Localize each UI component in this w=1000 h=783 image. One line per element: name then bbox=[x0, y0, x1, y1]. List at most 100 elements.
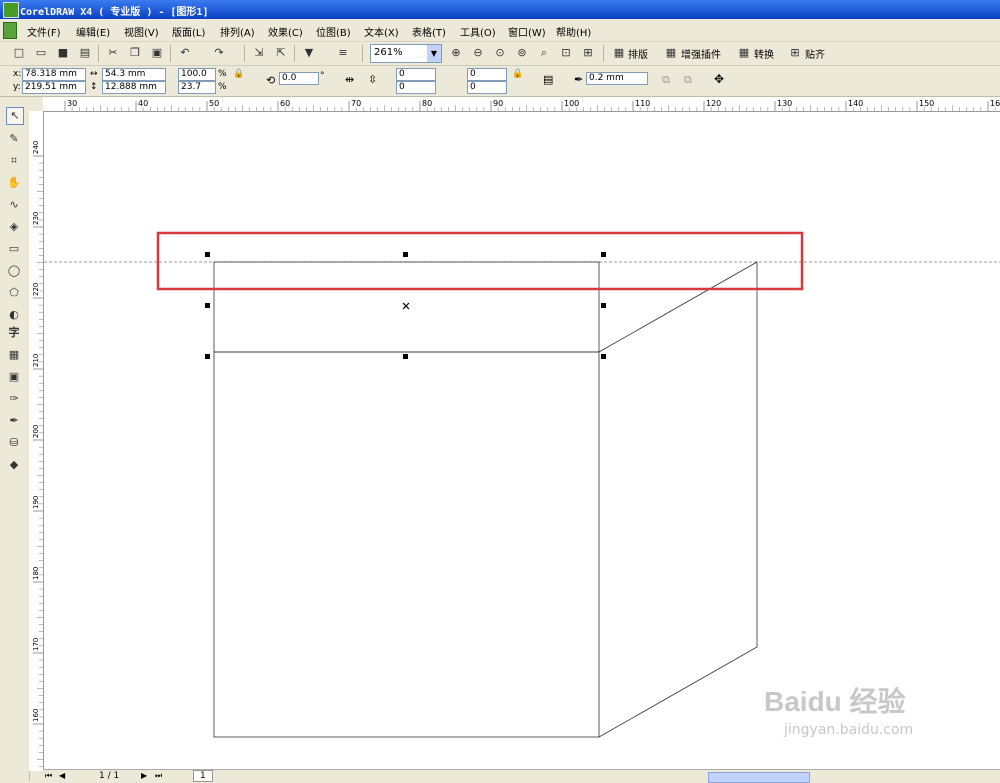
x-position-field[interactable]: 78.318 mm bbox=[22, 68, 86, 81]
rotation-field[interactable]: 0.0 bbox=[279, 72, 319, 85]
baidu-watermark-url: jingyan.baidu.com bbox=[784, 722, 914, 738]
menu-bitmaps[interactable]: 位图(B) bbox=[316, 24, 351, 39]
paste-icon[interactable]: ▣ bbox=[150, 46, 164, 60]
undo-icon[interactable]: ↶ bbox=[178, 46, 192, 60]
drawing-canvas[interactable]: Baidu 经验 jingyan.baidu.com bbox=[44, 112, 1000, 769]
smart-fill-icon[interactable]: ◈ bbox=[6, 219, 22, 235]
polygon-tool-icon[interactable]: ⬠ bbox=[6, 285, 22, 301]
center-marker[interactable] bbox=[402, 302, 410, 310]
to-back-icon[interactable]: ⧉ bbox=[684, 73, 692, 87]
shape-tool-icon[interactable]: ✎ bbox=[6, 131, 22, 147]
export-icon[interactable]: ⇱ bbox=[274, 46, 288, 60]
width-icon: ↔ bbox=[90, 69, 98, 79]
zoom-out-icon[interactable]: ⊖ bbox=[471, 46, 485, 60]
menu-effects[interactable]: 效果(C) bbox=[268, 24, 303, 39]
ruler-tick-label: 200 bbox=[32, 425, 40, 438]
zoom-selected-icon[interactable]: ⊙ bbox=[493, 46, 507, 60]
snap-icon: ⊞ bbox=[790, 46, 800, 59]
side-face-outline[interactable] bbox=[598, 261, 758, 738]
save-icon[interactable]: ■ bbox=[56, 46, 70, 60]
outline-tool-icon[interactable]: ✒ bbox=[6, 413, 22, 429]
horizontal-scrollbar-thumb[interactable] bbox=[708, 772, 810, 783]
corner-bottom-right-field[interactable]: 0 bbox=[467, 81, 507, 94]
to-front-icon[interactable]: ⧉ bbox=[662, 73, 670, 87]
table-tool-icon[interactable]: ▦ bbox=[6, 347, 22, 363]
last-page-icon[interactable]: ⏭ bbox=[155, 771, 162, 781]
page-tab[interactable]: 1 bbox=[193, 770, 213, 782]
rectangle-tool-icon[interactable]: ▭ bbox=[6, 241, 22, 257]
horizontal-ruler[interactable]: 30 40 50 60 70 80 90 100 110 120 130 140 150 160 bbox=[43, 97, 1000, 112]
ruler-tick-label: 190 bbox=[32, 496, 40, 509]
new-icon[interactable]: □ bbox=[12, 46, 26, 60]
basic-shapes-icon[interactable]: ◐ bbox=[6, 307, 22, 323]
convert-button[interactable]: 转换 bbox=[754, 46, 774, 61]
menu-file[interactable]: 文件(F) bbox=[27, 24, 61, 39]
fill-tool-icon[interactable]: ⛁ bbox=[6, 435, 22, 451]
scale-y-field[interactable]: 23.7 bbox=[178, 81, 216, 94]
first-page-icon[interactable]: ⏮ bbox=[45, 771, 52, 781]
menu-tools[interactable]: 工具(O) bbox=[460, 24, 496, 39]
next-page-icon[interactable]: ▶ bbox=[141, 771, 147, 780]
mirror-h-icon[interactable]: ⇹ bbox=[345, 73, 354, 86]
application-launcher-icon[interactable]: ▼ bbox=[302, 46, 316, 60]
front-face-rectangle[interactable] bbox=[213, 351, 600, 738]
zoom-all-icon[interactable]: ⊚ bbox=[515, 46, 529, 60]
eyedropper-tool-icon[interactable]: ✑ bbox=[6, 391, 22, 407]
menu-view[interactable]: 视图(V) bbox=[124, 24, 159, 39]
page-counter: 1 / 1 bbox=[99, 771, 120, 781]
ruler-tick-label: 210 bbox=[32, 354, 40, 367]
interactive-fill-icon[interactable]: ◆ bbox=[6, 457, 22, 473]
menu-arrange[interactable]: 排列(A) bbox=[220, 24, 255, 39]
corner-top-right-field[interactable]: 0 bbox=[467, 68, 507, 81]
interactive-tool-icon[interactable]: ▣ bbox=[6, 369, 22, 385]
menu-table[interactable]: 表格(T) bbox=[412, 24, 446, 39]
print-icon[interactable]: ▤ bbox=[78, 46, 92, 60]
import-icon[interactable]: ⇲ bbox=[252, 46, 266, 60]
cut-icon[interactable]: ✂ bbox=[106, 46, 120, 60]
layout-button[interactable]: 排版 bbox=[628, 46, 648, 61]
lock-ratio-icon[interactable]: 🔒 bbox=[233, 69, 244, 79]
scale-x-field[interactable]: 100.0 bbox=[178, 68, 216, 81]
menu-bar: 文件(F) 编辑(E) 视图(V) 版面(L) 排列(A) 效果(C) 位图(B… bbox=[0, 19, 1000, 42]
menu-text[interactable]: 文本(X) bbox=[364, 24, 399, 39]
vertical-ruler[interactable]: 240 230 220 210 200 190 180 170 160 bbox=[29, 111, 44, 771]
convert-curves-icon[interactable]: ✥ bbox=[714, 72, 724, 86]
corner-lock-icon[interactable]: 🔒 bbox=[512, 69, 523, 79]
corner-top-left-field[interactable]: 0 bbox=[396, 68, 436, 81]
height-field[interactable]: 12.888 mm bbox=[102, 81, 166, 94]
menu-help[interactable]: 帮助(H) bbox=[556, 24, 591, 39]
hand-tool-icon[interactable]: ✋ bbox=[6, 175, 22, 191]
ruler-corner[interactable] bbox=[29, 97, 43, 111]
menu-layout[interactable]: 版面(L) bbox=[172, 24, 205, 39]
open-icon[interactable]: ▭ bbox=[34, 46, 48, 60]
pick-tool-icon[interactable]: ↖ bbox=[6, 107, 24, 125]
wrap-text-icon[interactable]: ▤ bbox=[543, 73, 553, 86]
redo-icon[interactable]: ↷ bbox=[212, 46, 226, 60]
prev-page-icon[interactable]: ◀ bbox=[59, 771, 65, 780]
percent-x: % bbox=[218, 69, 227, 79]
text-tool-icon[interactable]: 字 bbox=[6, 325, 22, 341]
enhance-plugin-button[interactable]: 增强插件 bbox=[681, 46, 721, 61]
zoom-height-icon[interactable]: ⊞ bbox=[581, 46, 595, 60]
width-field[interactable]: 54.3 mm bbox=[102, 68, 166, 81]
menu-edit[interactable]: 编辑(E) bbox=[76, 24, 110, 39]
ruler-tick-label: 120 bbox=[706, 99, 721, 108]
ruler-tick-label: 70 bbox=[351, 99, 361, 108]
zoom-width-icon[interactable]: ⊡ bbox=[559, 46, 573, 60]
ruler-tick-label: 100 bbox=[564, 99, 579, 108]
menu-window[interactable]: 窗口(W) bbox=[508, 24, 546, 39]
zoom-in-icon[interactable]: ⊕ bbox=[449, 46, 463, 60]
welcome-icon[interactable]: ≡ bbox=[336, 46, 350, 60]
ruler-tick-label: 160 bbox=[32, 709, 40, 722]
corner-bottom-left-field[interactable]: 0 bbox=[396, 81, 436, 94]
ellipse-tool-icon[interactable]: ◯ bbox=[6, 263, 22, 279]
crop-tool-icon[interactable]: ⌗ bbox=[6, 153, 22, 169]
zoom-page-icon[interactable]: ⌕ bbox=[537, 46, 551, 60]
zoom-level-select[interactable]: 261% ▼ bbox=[370, 44, 442, 63]
copy-icon[interactable]: ❐ bbox=[128, 46, 142, 60]
freehand-tool-icon[interactable]: ∿ bbox=[6, 197, 22, 213]
y-position-field[interactable]: 219.51 mm bbox=[22, 81, 86, 94]
mirror-v-icon[interactable]: ⇳ bbox=[368, 73, 377, 86]
outline-width-select[interactable]: 0.2 mm bbox=[586, 72, 648, 85]
snap-button[interactable]: 贴齐 bbox=[805, 46, 825, 61]
